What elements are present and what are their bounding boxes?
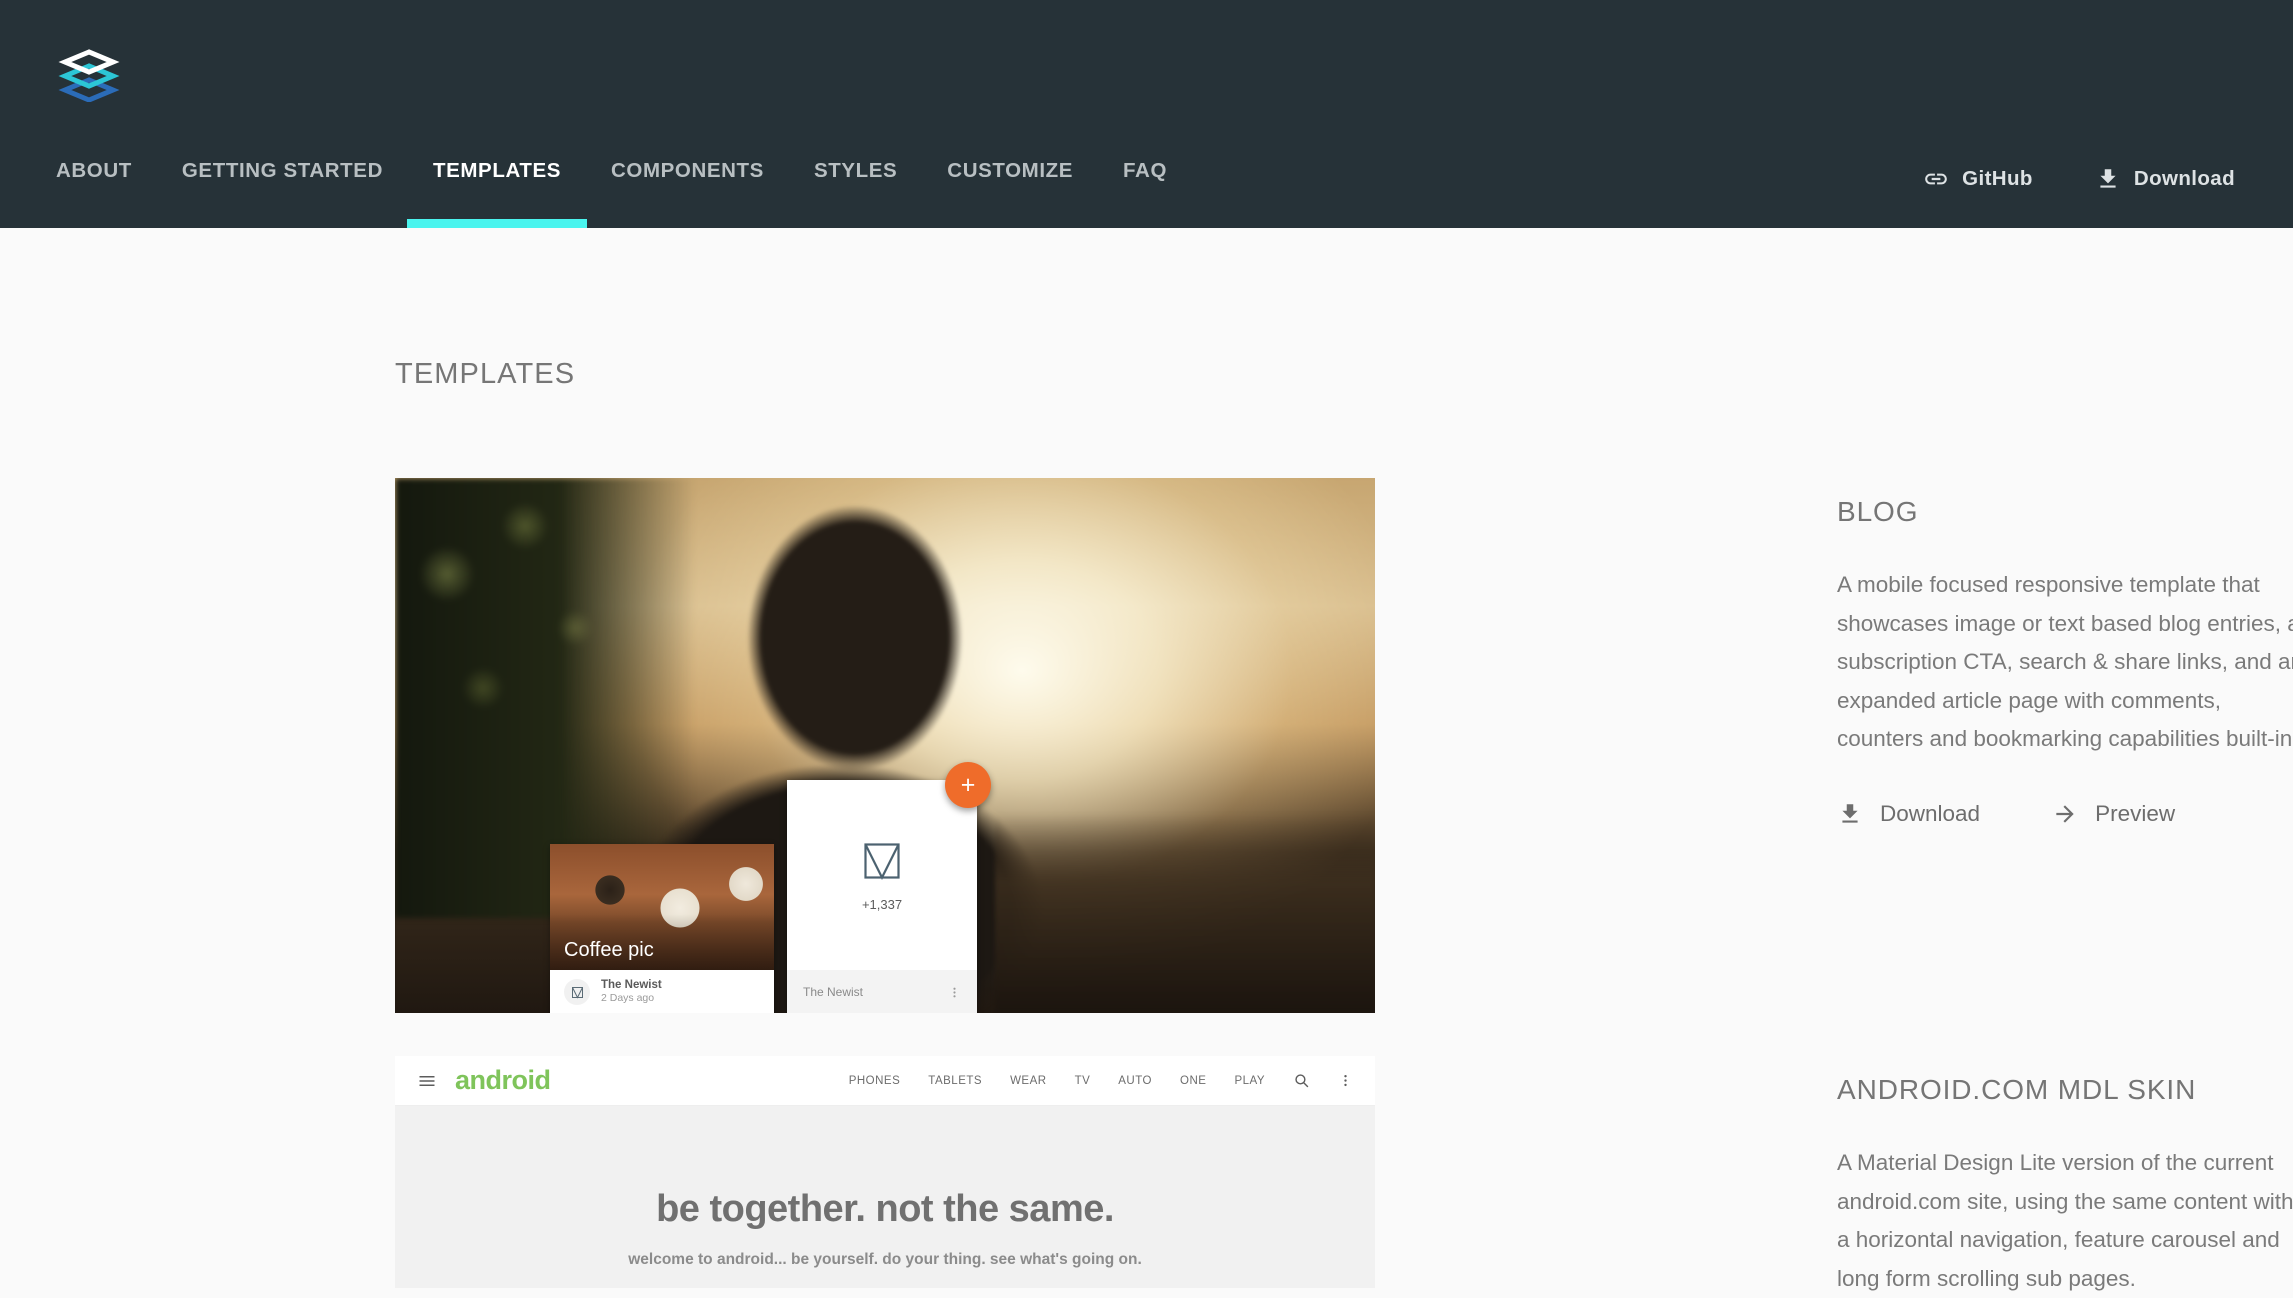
template-preview-button[interactable]: Preview [2052,801,2175,827]
add-fab-button[interactable]: + [945,762,991,808]
nav-item-components[interactable]: COMPONENTS [611,150,764,228]
android-nav-play[interactable]: PLAY [1234,1075,1265,1087]
android-nav-phones[interactable]: PHONES [849,1075,901,1087]
page-content: TEMPLATES Coffee pic The Newist 2 Days a… [0,228,2293,1291]
blog-card-counter-author: The Newist [803,985,864,999]
nav-item-about[interactable]: ABOUT [56,150,132,228]
newist-logo-icon [564,979,590,1005]
newist-logo-icon [860,839,904,883]
android-preview-art: android PHONES TABLETS WEAR TV AUTO ONE … [395,1056,1375,1288]
template-name: BLOG [1837,496,1919,527]
android-nav-tablets[interactable]: TABLETS [928,1075,982,1087]
android-preview-nav-items: PHONES TABLETS WEAR TV AUTO ONE PLAY [849,1072,1353,1089]
template-preview-label: Preview [2095,800,2176,826]
template-description: A mobile focused responsive template tha… [1837,572,2293,751]
blog-card-count: +1,337 [861,896,903,912]
blog-card-image[interactable]: Coffee pic The Newist 2 Days ago [550,844,774,1013]
template-name: ANDROID.COM MDL SKIN [1837,1074,2197,1105]
android-nav-wear[interactable]: WEAR [1010,1075,1047,1087]
blog-preview-art: Coffee pic The Newist 2 Days ago + +1,33… [395,478,1375,1013]
template-info-android: ANDROID.COM MDL SKIN A Material Design L… [1837,1074,2293,1298]
android-preview-navbar: android PHONES TABLETS WEAR TV AUTO ONE … [395,1056,1375,1106]
nav-item-styles[interactable]: STYLES [814,150,897,228]
page-title: TEMPLATES [395,358,576,390]
blog-card-counter-footer: The Newist [787,970,977,1013]
nav-item-faq[interactable]: FAQ [1123,150,1167,228]
link-icon [1923,166,1949,192]
blog-card-timestamp: 2 Days ago [601,992,655,1004]
download-icon [2095,166,2121,192]
android-nav-tv[interactable]: TV [1075,1075,1091,1087]
android-subhead: welcome to android... be yourself. do yo… [628,1251,1142,1268]
nav-item-templates[interactable]: TEMPLATES [406,150,588,228]
template-actions: Download Preview [1837,801,2293,827]
template-download-label: Download [1880,800,1981,826]
blog-card-footer: The Newist 2 Days ago [550,970,774,1013]
mdl-layers-logo[interactable] [56,40,122,103]
template-preview-blog[interactable]: Coffee pic The Newist 2 Days ago + +1,33… [395,478,1375,1013]
more-vert-icon[interactable] [1338,1073,1353,1088]
android-nav-one[interactable]: ONE [1180,1075,1206,1087]
blog-art-horizon [995,813,1375,1013]
template-description: A Material Design Lite version of the cu… [1837,1150,2293,1291]
android-preview-hero: be together. not the same. welcome to an… [395,1106,1375,1269]
github-link-label: GitHub [1962,167,2033,190]
blog-card-counter-body: +1,337 [787,780,977,970]
nav-item-customize[interactable]: CUSTOMIZE [947,150,1073,228]
github-link[interactable]: GitHub [1923,166,2033,192]
android-headline: be together. not the same. [656,1188,1114,1230]
search-icon[interactable] [1293,1072,1310,1089]
blog-card-counter[interactable]: + +1,337 The Newist [787,762,991,1013]
blog-preview-cards: Coffee pic The Newist 2 Days ago + +1,33… [550,762,991,1013]
blog-card-author: The Newist [601,979,662,991]
blog-card-image-media: Coffee pic [550,844,774,970]
download-link[interactable]: Download [2095,166,2235,192]
site-header: ABOUT GETTING STARTED TEMPLATES COMPONEN… [0,0,2293,228]
nav-item-list: ABOUT GETTING STARTED TEMPLATES COMPONEN… [56,150,1217,228]
android-nav-auto[interactable]: AUTO [1118,1075,1152,1087]
template-info-blog: BLOG A mobile focused responsive templat… [1837,496,2293,827]
more-vert-icon[interactable] [948,986,961,999]
download-icon [1837,801,1863,827]
header-actions: GitHub Download [1923,150,2235,208]
nav-item-getting-started[interactable]: GETTING STARTED [182,150,383,228]
template-download-button[interactable]: Download [1837,801,1980,827]
android-brand-logo: android [455,1065,551,1095]
main-navigation: ABOUT GETTING STARTED TEMPLATES COMPONEN… [0,150,2293,228]
download-link-label: Download [2133,167,2235,190]
hamburger-menu-icon[interactable] [417,1071,437,1091]
template-preview-android[interactable]: android PHONES TABLETS WEAR TV AUTO ONE … [395,1056,1375,1288]
arrow-forward-icon [2052,801,2078,827]
blog-card-title: Coffee pic [564,939,654,961]
